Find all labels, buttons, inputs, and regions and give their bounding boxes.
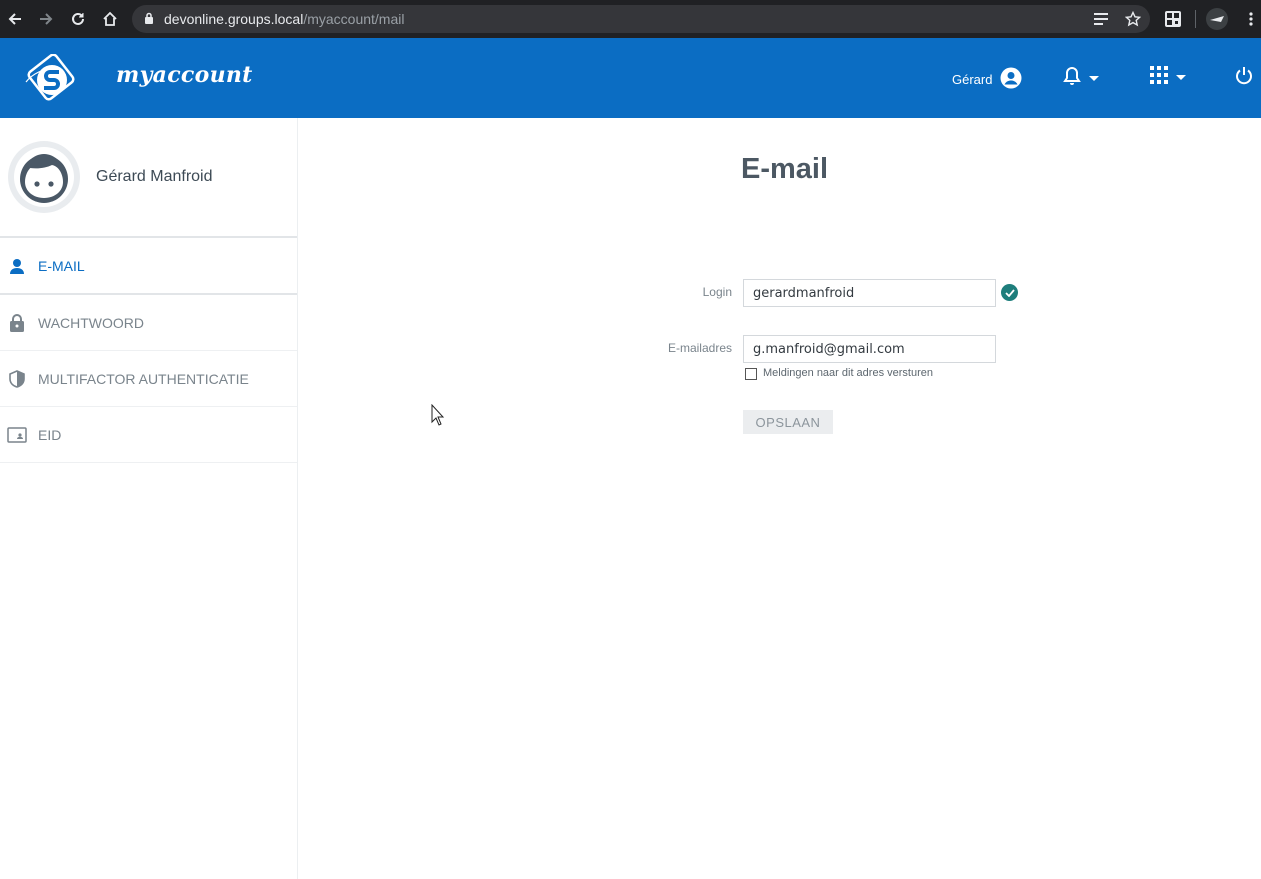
bell-icon xyxy=(1063,66,1081,91)
group-s-logo-icon[interactable] xyxy=(22,53,76,104)
page-title: E-mail xyxy=(741,153,829,185)
sidebar-item-label: WACHTWOORD xyxy=(38,314,145,331)
email-label: E-mailadres xyxy=(667,341,732,355)
sidebar-item-label: EID xyxy=(38,426,62,443)
forward-icon[interactable] xyxy=(35,8,57,30)
sidebar-item-password[interactable]: WACHTWOORD xyxy=(0,295,297,351)
person-icon xyxy=(0,258,38,274)
profile-avatar-icon[interactable] xyxy=(1206,8,1228,30)
chevron-down-icon xyxy=(1176,75,1186,80)
check-circle-icon xyxy=(1001,284,1018,301)
back-icon[interactable] xyxy=(4,8,26,30)
bookmark-star-icon[interactable] xyxy=(1122,8,1144,30)
email-field[interactable]: g.manfroid@gmail.com xyxy=(743,335,996,363)
power-icon xyxy=(1234,66,1254,91)
sidebar-item-email[interactable]: E-MAIL xyxy=(0,238,297,295)
notify-checkbox[interactable] xyxy=(745,368,757,380)
id-card-icon xyxy=(0,426,38,443)
profile-card: Gérard Manfroid xyxy=(0,118,297,238)
sidebar-item-label: E-MAIL xyxy=(38,257,85,274)
avatar xyxy=(8,141,80,213)
reading-list-icon[interactable] xyxy=(1090,8,1112,30)
toolbar-divider xyxy=(1195,10,1196,28)
login-field[interactable]: gerardmanfroid xyxy=(743,279,996,307)
main-content: E-mail Login gerardmanfroid E-mailadres … xyxy=(298,118,1261,879)
brand-title[interactable]: myaccount xyxy=(116,62,253,88)
qr-extension-icon[interactable] xyxy=(1162,8,1184,30)
lock-icon xyxy=(0,313,38,332)
user-name: Gérard xyxy=(952,72,993,87)
lock-icon xyxy=(144,11,154,27)
chevron-down-icon xyxy=(1089,76,1099,81)
app-header: myaccount Gérard xyxy=(0,38,1261,118)
browser-toolbar: devonline.groups.local/myaccount/mail xyxy=(0,0,1261,38)
url-path: /myaccount/mail xyxy=(303,11,405,27)
sidebar: Gérard Manfroid E-MAIL WACHTWOORD MULTIF… xyxy=(0,118,298,879)
sidebar-item-eid[interactable]: EID xyxy=(0,407,297,463)
shield-icon xyxy=(0,369,38,388)
home-icon[interactable] xyxy=(99,8,121,30)
sidebar-item-mfa[interactable]: MULTIFACTOR AUTHENTICATIE xyxy=(0,351,297,407)
save-button[interactable]: OPSLAAN xyxy=(743,410,833,434)
address-bar[interactable]: devonline.groups.local/myaccount/mail xyxy=(132,5,1150,33)
browser-menu-icon[interactable] xyxy=(1240,8,1261,30)
profile-name: Gérard Manfroid xyxy=(96,168,213,185)
mouse-cursor-icon xyxy=(431,403,445,431)
notifications-menu[interactable] xyxy=(1063,66,1099,91)
login-label: Login xyxy=(702,285,732,299)
user-menu[interactable]: Gérard xyxy=(952,67,1022,92)
logout-button[interactable] xyxy=(1234,66,1254,91)
notify-checkbox-label[interactable]: Meldingen naar dit adres versturen xyxy=(763,367,933,379)
apps-grid-icon xyxy=(1150,66,1168,89)
sidebar-item-label: MULTIFACTOR AUTHENTICATIE xyxy=(38,370,249,387)
url-host: devonline.groups.local xyxy=(164,11,304,27)
reload-icon[interactable] xyxy=(67,8,89,30)
apps-menu[interactable] xyxy=(1150,66,1186,89)
user-circle-icon xyxy=(1000,67,1022,92)
